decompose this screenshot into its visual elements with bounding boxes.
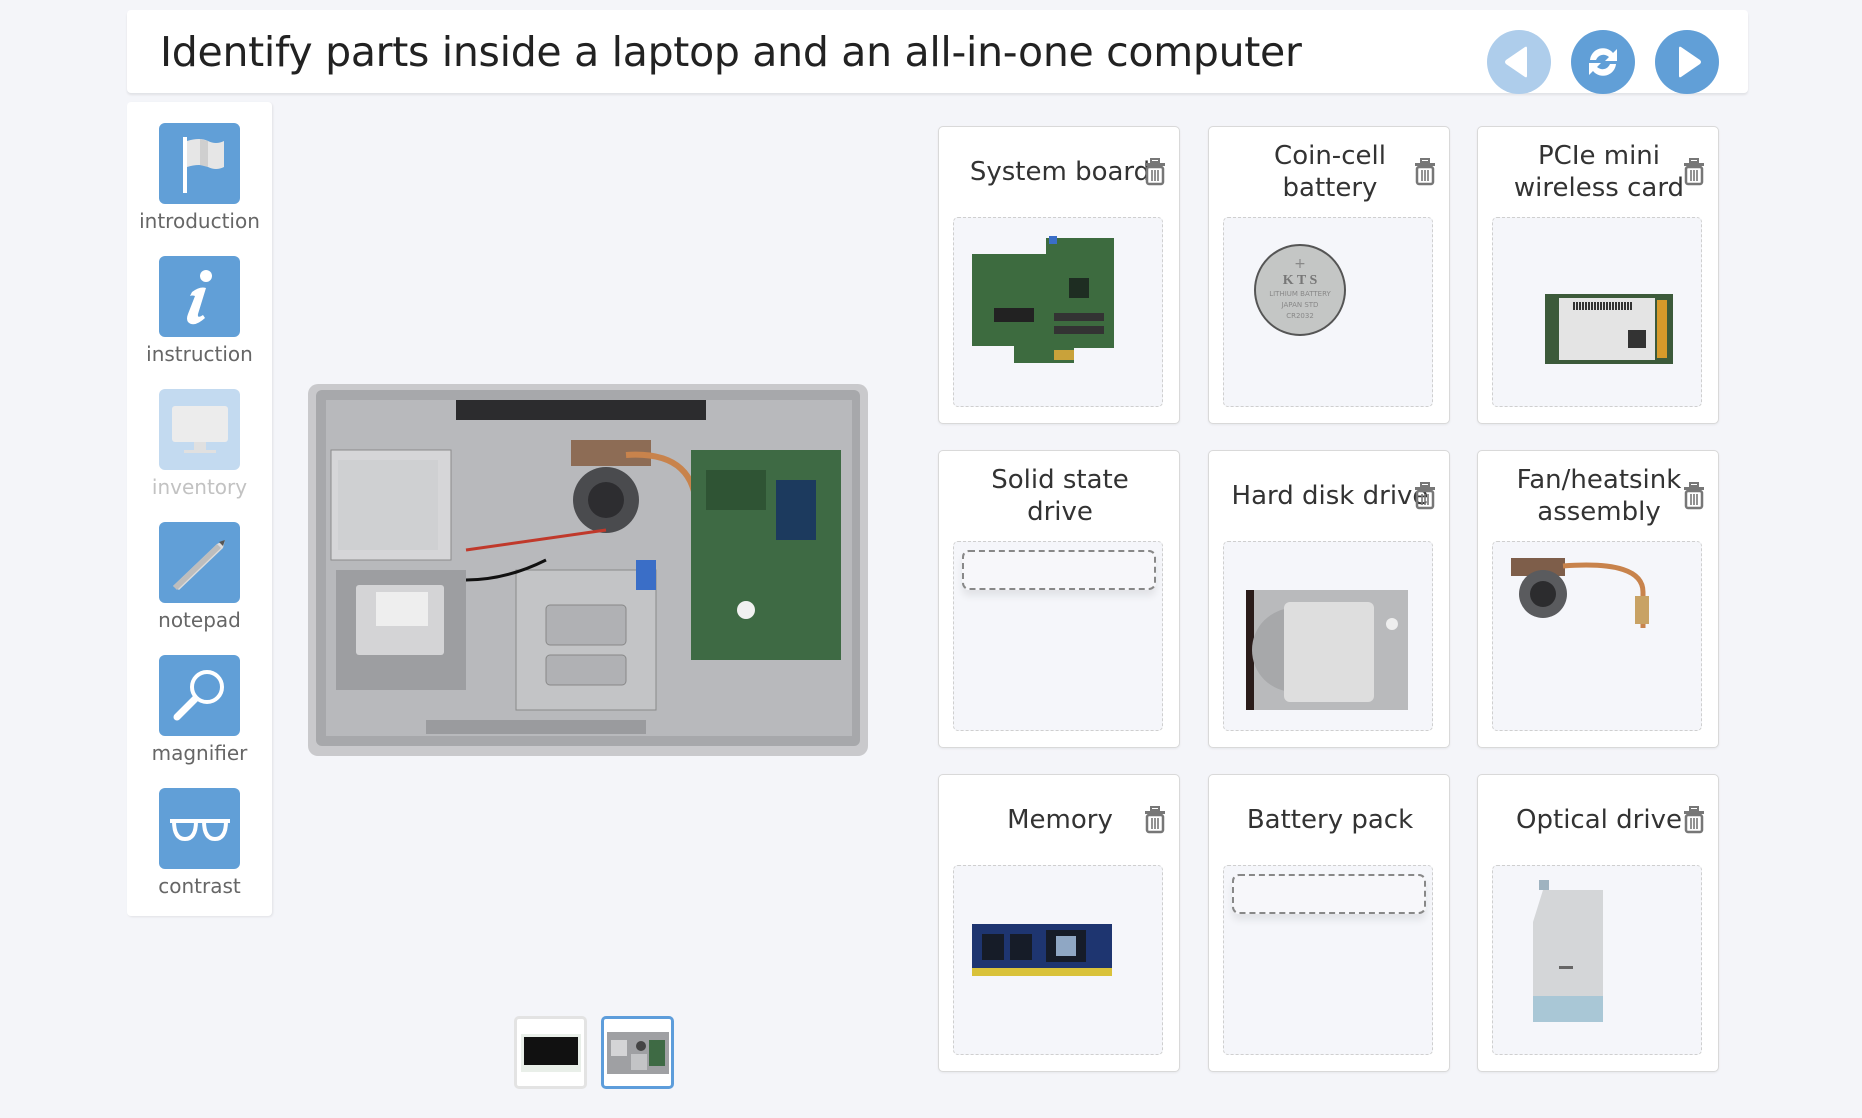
drop-zone[interactable] xyxy=(1492,541,1702,731)
pencil-icon xyxy=(172,539,225,590)
magnifier-icon xyxy=(173,669,224,720)
trash-icon[interactable] xyxy=(1413,482,1437,510)
svg-text:K T S: K T S xyxy=(1283,273,1318,288)
part-card-system-board: System board xyxy=(938,126,1180,424)
svg-text:+: + xyxy=(1294,256,1306,272)
trash-icon[interactable] xyxy=(1682,482,1706,510)
empty-slot-placeholder[interactable] xyxy=(962,550,1156,590)
trash-icon[interactable] xyxy=(1143,158,1167,186)
drop-zone[interactable] xyxy=(1492,217,1702,407)
reset-button[interactable] xyxy=(1571,30,1635,94)
arrow-right-icon xyxy=(1679,46,1701,78)
card-title: Optical drive xyxy=(1516,805,1682,835)
glasses-icon xyxy=(169,818,230,841)
sidebar-item-label: instruction xyxy=(146,342,253,366)
drop-zone[interactable] xyxy=(953,865,1163,1055)
arrow-left-icon xyxy=(1505,46,1527,78)
computer-interior-image xyxy=(308,384,868,756)
system-board-image xyxy=(972,236,1114,363)
trash-icon[interactable] xyxy=(1413,158,1437,186)
card-title: Coin-cell battery xyxy=(1274,141,1386,203)
computer-front-thumbnail xyxy=(520,1033,581,1072)
part-card-solid-state-drive: Solid state drive xyxy=(938,450,1180,748)
card-title: Hard disk drive xyxy=(1231,481,1429,511)
card-title: Fan/heatsink assembly xyxy=(1516,465,1682,527)
page-title: Identify parts inside a laptop and an al… xyxy=(160,28,1302,76)
sidebar-item-label: introduction xyxy=(139,209,260,233)
drop-zone[interactable] xyxy=(953,541,1163,731)
card-title: Battery pack xyxy=(1246,805,1414,835)
svg-text:LITHIUM BATTERY: LITHIUM BATTERY xyxy=(1269,290,1331,298)
part-card-hard-disk-drive: Hard disk drive xyxy=(1208,450,1450,748)
thumbnail-interior[interactable] xyxy=(601,1016,674,1089)
drop-zone[interactable] xyxy=(1492,865,1702,1055)
drop-zone[interactable] xyxy=(1223,541,1433,731)
optical-drive-image xyxy=(1533,880,1603,1022)
next-button[interactable] xyxy=(1655,30,1719,94)
back-button[interactable] xyxy=(1487,30,1551,94)
sidebar-item-introduction[interactable]: introduction xyxy=(127,123,272,243)
drop-zone[interactable]: + K T S LITHIUM BATTERY JAPAN STD CR2032 xyxy=(1223,217,1433,407)
trash-icon[interactable] xyxy=(1143,806,1167,834)
svg-text:JAPAN STD: JAPAN STD xyxy=(1281,301,1319,309)
sidebar-item-magnifier[interactable]: magnifier xyxy=(127,655,272,775)
wireless-card-image xyxy=(1545,294,1673,364)
trash-icon[interactable] xyxy=(1682,158,1706,186)
trash-icon[interactable] xyxy=(1682,806,1706,834)
sidebar-item-label: magnifier xyxy=(151,741,248,765)
fan-heatsink-image xyxy=(1511,558,1649,628)
part-card-battery-pack: Battery pack xyxy=(1208,774,1450,1072)
part-card-optical-drive: Optical drive xyxy=(1477,774,1719,1072)
part-card-fan-heatsink: Fan/heatsink assembly xyxy=(1477,450,1719,748)
computer-interior-thumbnail xyxy=(606,1031,669,1074)
sidebar-item-instruction[interactable]: instruction xyxy=(127,256,272,376)
part-card-memory: Memory xyxy=(938,774,1180,1072)
empty-slot-placeholder[interactable] xyxy=(1232,874,1426,914)
hard-disk-drive-image xyxy=(1246,590,1408,710)
tool-sidebar: introduction instruction inventory notep… xyxy=(127,102,272,916)
drop-zone[interactable] xyxy=(1223,865,1433,1055)
sidebar-item-label: contrast xyxy=(158,874,241,898)
card-title: System board xyxy=(969,157,1151,187)
sidebar-item-contrast[interactable]: contrast xyxy=(127,788,272,908)
coin-cell-battery-image: + K T S LITHIUM BATTERY JAPAN STD CR2032 xyxy=(1254,244,1346,336)
info-icon xyxy=(186,269,212,324)
part-card-wireless-card: PCIe mini wireless card xyxy=(1477,126,1719,424)
card-title: Solid state drive xyxy=(991,465,1129,527)
flag-icon xyxy=(182,136,224,193)
sidebar-item-label: inventory xyxy=(151,475,248,499)
drop-zone[interactable] xyxy=(953,217,1163,407)
sidebar-item-label: notepad xyxy=(158,608,241,632)
sidebar-item-inventory: inventory xyxy=(127,389,272,509)
part-card-coin-cell-battery: Coin-cell battery + K T S LITHIUM BATTER… xyxy=(1208,126,1450,424)
svg-text:CR2032: CR2032 xyxy=(1286,312,1314,320)
memory-module-image xyxy=(972,924,1112,976)
monitor-icon xyxy=(171,405,228,453)
sidebar-item-notepad[interactable]: notepad xyxy=(127,522,272,642)
refresh-icon xyxy=(1589,48,1617,76)
title-bar: Identify parts inside a laptop and an al… xyxy=(127,10,1748,94)
thumbnail-front[interactable] xyxy=(514,1016,587,1089)
card-title: PCIe mini wireless card xyxy=(1513,141,1685,203)
card-title: Memory xyxy=(1007,805,1113,835)
